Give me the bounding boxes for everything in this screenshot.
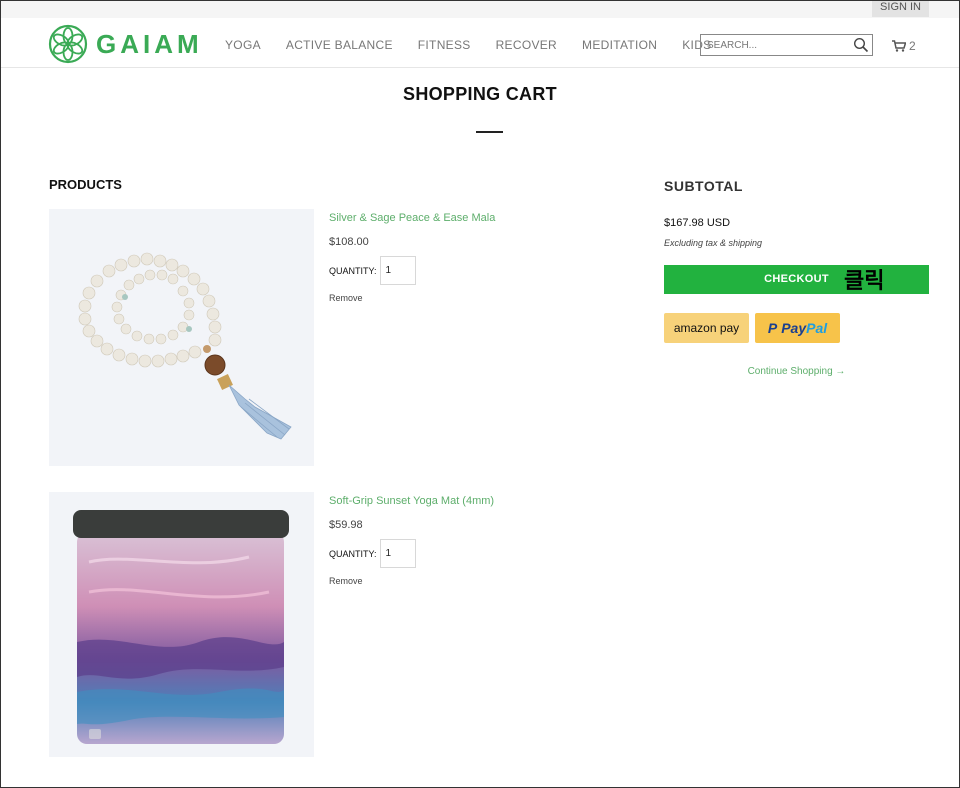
brand-logo[interactable]: GAIAM xyxy=(48,24,203,64)
subtotal-amount: $167.98 USD xyxy=(664,217,731,229)
amazon-pay-label: amazon pay xyxy=(673,321,740,335)
remove-link[interactable]: Remove xyxy=(329,576,494,586)
nav-item-active-balance[interactable]: ACTIVE BALANCE xyxy=(286,38,393,52)
nav-item-meditation[interactable]: MEDITATION xyxy=(582,38,657,52)
remove-link[interactable]: Remove xyxy=(329,293,495,303)
tax-note: Excluding tax & shipping xyxy=(664,238,763,248)
quantity-label: QUANTITY: xyxy=(329,265,377,276)
yoga-mat-product-info: Soft-Grip Sunset Yoga Mat (4mm) $59.98 Q… xyxy=(329,495,494,586)
cart-link[interactable]: 2 xyxy=(892,39,916,53)
quantity-label: QUANTITY: xyxy=(329,548,377,559)
nav-item-fitness[interactable]: FITNESS xyxy=(418,38,471,52)
mala-product-image[interactable] xyxy=(49,209,314,466)
checkout-button[interactable]: CHECKOUT xyxy=(664,265,929,294)
quantity-input[interactable] xyxy=(379,539,416,568)
product-name-link[interactable]: Silver & Sage Peace & Ease Mala xyxy=(329,212,495,224)
search-input[interactable] xyxy=(701,35,846,56)
brand-name: GAIAM xyxy=(96,28,203,59)
cart-icon xyxy=(892,40,906,52)
quantity-row: QUANTITY: xyxy=(329,256,495,285)
mala-beads-image xyxy=(78,252,292,440)
subtotal-heading: SUBTOTAL xyxy=(664,178,743,194)
top-utility-bar: SIGN IN xyxy=(1,1,959,18)
gaiam-flower-icon xyxy=(48,24,88,64)
sign-in-link[interactable]: SIGN IN xyxy=(872,1,929,17)
title-divider xyxy=(476,131,503,133)
nav-item-yoga[interactable]: YOGA xyxy=(225,38,261,52)
amazon-pay-button[interactable]: amazon pay xyxy=(664,313,749,343)
product-name-link[interactable]: Soft-Grip Sunset Yoga Mat (4mm) xyxy=(329,495,494,507)
site-header: GAIAM YOGA ACTIVE BALANCE FITNESS RECOVE… xyxy=(1,18,959,68)
continue-shopping-link[interactable]: Continue Shopping → xyxy=(664,366,929,377)
products-heading: PRODUCTS xyxy=(49,177,122,192)
search-icon[interactable] xyxy=(853,37,869,53)
mala-product-info: Silver & Sage Peace & Ease Mala $108.00 … xyxy=(329,212,495,303)
paypal-label-pal: Pal xyxy=(806,320,828,336)
cart-count: 2 xyxy=(909,39,916,53)
main-nav: YOGA ACTIVE BALANCE FITNESS RECOVER MEDI… xyxy=(225,38,736,52)
yoga-mat-product-image[interactable] xyxy=(49,492,314,757)
quantity-input[interactable] xyxy=(379,256,416,285)
click-annotation: 클릭 xyxy=(844,268,885,293)
nav-item-recover[interactable]: RECOVER xyxy=(496,38,557,52)
search-box xyxy=(700,34,873,56)
product-price: $108.00 xyxy=(329,236,369,248)
quantity-row: QUANTITY: xyxy=(329,539,494,568)
page-frame: SIGN IN GAIAM YOGA ACTIVE BALANCE FITNES… xyxy=(0,0,960,788)
page-title: SHOPPING CART xyxy=(403,84,557,104)
paypal-label-pay: Pay xyxy=(781,320,807,336)
product-price: $59.98 xyxy=(329,519,363,531)
paypal-icon: P xyxy=(767,320,778,336)
yoga-mat-image xyxy=(73,510,289,744)
paypal-button[interactable]: P Pay Pal xyxy=(755,313,840,343)
